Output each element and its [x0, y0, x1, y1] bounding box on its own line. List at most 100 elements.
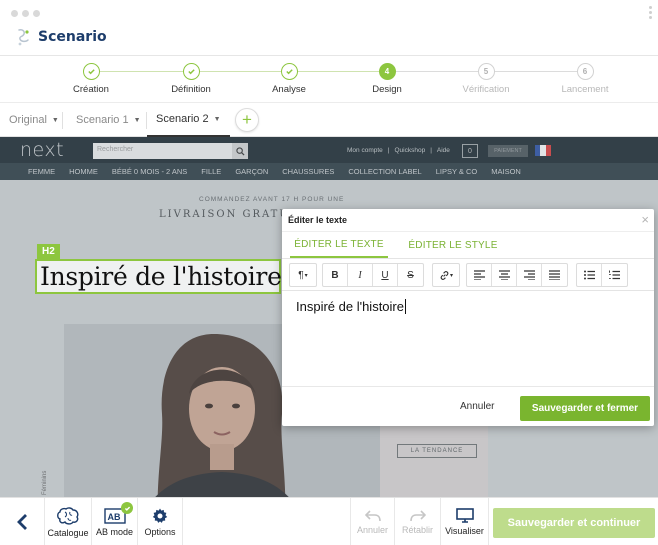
caret-down-icon: ▼ — [213, 115, 221, 123]
align-left-button[interactable] — [467, 264, 492, 286]
more-options-icon[interactable] — [649, 6, 652, 19]
step-lancement[interactable]: 6 Lancement — [535, 63, 635, 95]
step-definition[interactable]: Définition — [141, 63, 241, 95]
alignment-group — [466, 263, 568, 287]
brain-icon — [57, 506, 79, 525]
dialog-footer: Annuler Sauvegarder et fermer — [282, 386, 654, 426]
check-icon — [182, 63, 200, 80]
editor-text: Inspiré de l'histoire — [296, 299, 404, 314]
text-editor-area[interactable]: Inspiré de l'histoire — [282, 292, 654, 387]
add-scenario-button[interactable]: + — [235, 108, 259, 132]
edit-text-dialog: Éditer le texte × ÉDITER LE TEXTE ÉDITER… — [282, 209, 654, 426]
tab-original[interactable]: Original ▼ — [9, 103, 59, 137]
svg-text:AB: AB — [107, 512, 120, 522]
preview-button[interactable]: Visualiser — [441, 498, 489, 545]
align-left-icon — [473, 270, 485, 280]
step-label: Vérification — [462, 84, 510, 95]
text-style-group: B I U S — [322, 263, 424, 287]
options-label: Options — [144, 526, 176, 537]
redo-button[interactable]: Rétablir — [395, 498, 441, 545]
paragraph-group: ¶ ▾ — [289, 263, 317, 287]
catalogue-button[interactable]: Catalogue — [45, 498, 92, 545]
link-button[interactable]: ▾ — [433, 264, 459, 286]
check-icon — [82, 63, 100, 80]
align-right-icon — [523, 270, 535, 280]
caret-down-icon: ▼ — [133, 116, 141, 124]
list-group — [576, 263, 628, 287]
brand: Scenario — [16, 28, 107, 46]
preview-label: Visualiser — [445, 526, 484, 536]
step-label: Création — [73, 84, 109, 95]
catalogue-label: Catalogue — [47, 527, 89, 538]
step-verification[interactable]: 5 Vérification — [436, 63, 536, 95]
step-number: 4 — [378, 63, 396, 80]
chevron-left-icon — [17, 514, 27, 530]
bottom-toolbar: Catalogue AB AB mode Options Annuler Rét… — [0, 497, 658, 545]
selected-heading[interactable]: Inspiré de l'histoire — [35, 259, 282, 294]
tab-scenario-1[interactable]: Scenario 1 ▼ — [76, 103, 141, 137]
redo-label: Rétablir — [401, 525, 433, 535]
caret-down-icon: ▾ — [304, 272, 308, 279]
check-icon — [121, 502, 133, 514]
strikethrough-button[interactable]: S — [398, 264, 423, 286]
ab-mode-button[interactable]: AB AB mode — [92, 498, 138, 545]
align-justify-icon — [549, 270, 560, 280]
step-label: Design — [372, 84, 402, 95]
tab-label: Scenario 1 — [76, 114, 129, 126]
redo-icon — [409, 510, 426, 522]
bullet-list-button[interactable] — [577, 264, 602, 286]
tab-label: Original — [9, 114, 47, 126]
step-label: Définition — [171, 84, 211, 95]
options-button[interactable]: Options — [138, 498, 183, 545]
paragraph-icon: ¶ — [298, 269, 304, 281]
numbered-list-button[interactable] — [602, 264, 627, 286]
progress-stepper: Création Définition Analyse 4 Design 5 V… — [0, 56, 658, 102]
caret-down-icon: ▾ — [449, 272, 453, 279]
step-creation[interactable]: Création — [41, 63, 141, 95]
paragraph-format-button[interactable]: ¶ ▾ — [290, 264, 316, 286]
brand-logo-icon — [18, 29, 29, 46]
bullet-list-icon — [583, 270, 595, 280]
italic-button[interactable]: I — [348, 264, 373, 286]
rich-text-toolbar: ¶ ▾ B I U S ▾ — [282, 259, 654, 291]
dialog-title: Éditer le texte — [288, 215, 348, 225]
step-design[interactable]: 4 Design — [337, 63, 437, 95]
app-title: Scenario — [38, 29, 107, 45]
bold-button[interactable]: B — [323, 264, 348, 286]
editor-content[interactable]: Inspiré de l'histoire — [296, 299, 406, 314]
undo-label: Annuler — [356, 525, 389, 535]
tab-label: Scenario 2 — [156, 113, 209, 125]
align-justify-button[interactable] — [542, 264, 567, 286]
save-and-close-button[interactable]: Sauvegarder et fermer — [520, 396, 650, 421]
step-label: Analyse — [272, 84, 306, 95]
gear-icon — [152, 508, 168, 523]
tab-edit-text[interactable]: ÉDITER LE TEXTE — [290, 232, 388, 258]
step-number: 6 — [576, 63, 594, 80]
window-dots — [11, 10, 40, 17]
save-and-continue-button[interactable]: Sauvegarder et continuer — [493, 508, 655, 538]
step-label: Lancement — [561, 84, 609, 95]
link-group: ▾ — [432, 263, 460, 287]
align-right-button[interactable] — [517, 264, 542, 286]
cancel-button[interactable]: Annuler — [460, 401, 494, 412]
close-icon[interactable]: × — [641, 212, 649, 227]
tab-divider — [62, 112, 63, 129]
text-cursor — [404, 299, 406, 314]
caret-down-icon: ▼ — [51, 116, 59, 124]
undo-icon — [364, 510, 381, 522]
step-analyse[interactable]: Analyse — [239, 63, 339, 95]
underline-button[interactable]: U — [373, 264, 398, 286]
selected-element-tag: H2 — [37, 244, 60, 259]
link-icon — [440, 270, 449, 280]
step-number: 5 — [477, 63, 495, 80]
numbered-list-icon — [609, 270, 620, 280]
app-header: Scenario — [0, 0, 658, 56]
scenario-tabs: Original ▼ Scenario 1 ▼ Scenario 2 ▼ + — [0, 102, 658, 137]
undo-button[interactable]: Annuler — [350, 498, 395, 545]
back-button[interactable] — [0, 498, 45, 545]
dialog-header: Éditer le texte × — [282, 209, 654, 232]
align-center-icon — [498, 270, 510, 280]
tab-scenario-2[interactable]: Scenario 2 ▼ — [147, 103, 230, 137]
align-center-button[interactable] — [492, 264, 517, 286]
tab-edit-style[interactable]: ÉDITER LE STYLE — [405, 232, 501, 258]
